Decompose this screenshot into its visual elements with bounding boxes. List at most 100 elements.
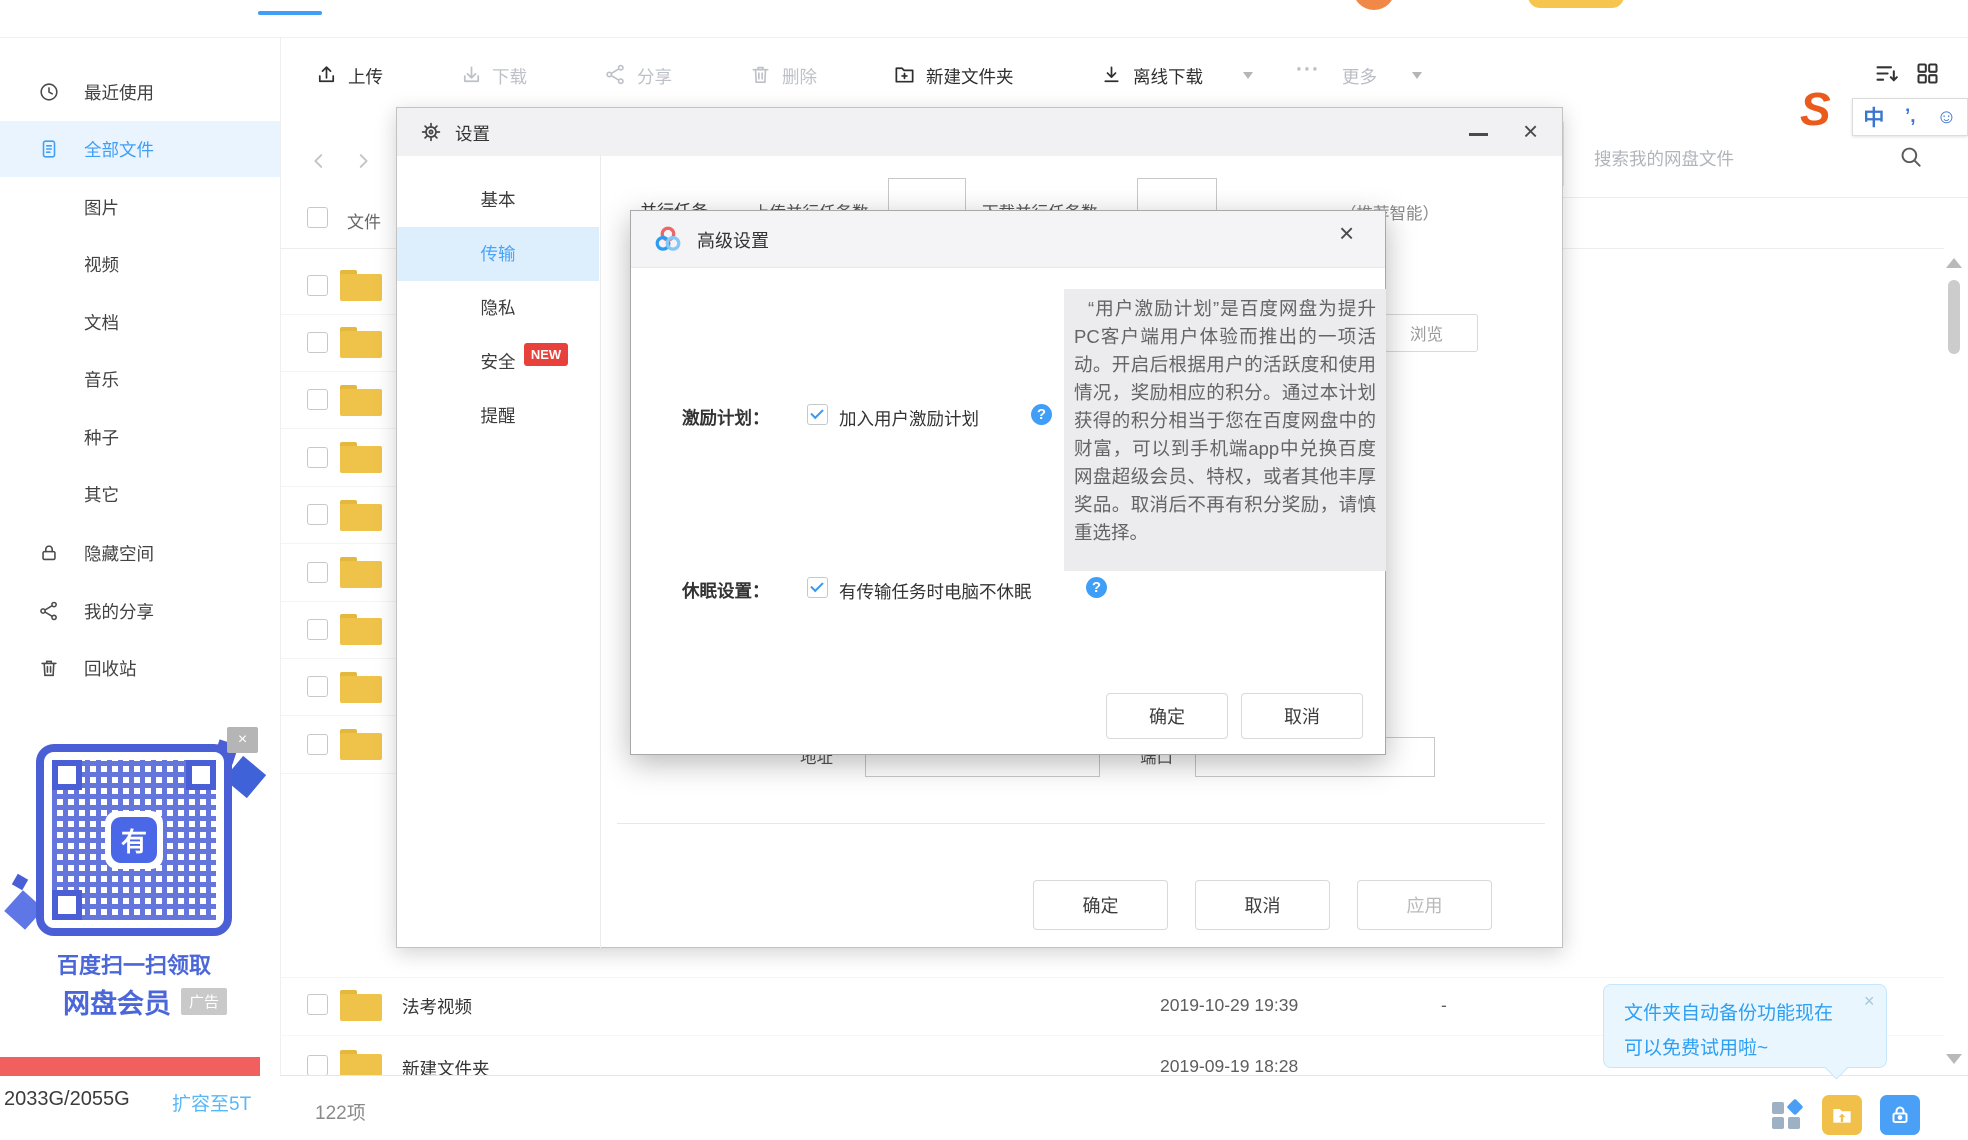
ime-bar[interactable]: 中 ’, ☺ <box>1852 98 1968 136</box>
sidebar-item-recent[interactable]: 最近使用 <box>0 64 280 120</box>
sidebar-item-videos[interactable]: 视频 <box>0 236 280 292</box>
folder-icon <box>340 990 382 1021</box>
row-checkbox[interactable] <box>307 446 328 468</box>
select-all-checkbox[interactable] <box>307 207 328 228</box>
row-checkbox[interactable] <box>307 1055 328 1076</box>
sidebar-item-docs[interactable]: 文档 <box>0 294 280 350</box>
sort-view-icon[interactable] <box>1873 60 1900 87</box>
settings-titlebar[interactable] <box>397 108 1562 156</box>
settings-apply-button[interactable]: 应用 <box>1357 880 1492 930</box>
scrollbar-thumb[interactable] <box>1948 280 1960 354</box>
modal-ok-button[interactable]: 确定 <box>1106 693 1228 739</box>
search-icon[interactable] <box>1898 144 1924 170</box>
mini-apps-icon[interactable] <box>1772 1098 1804 1130</box>
scroll-down-arrow[interactable] <box>1946 1054 1962 1064</box>
footer-divider <box>617 823 1545 824</box>
file-name[interactable]: 法考视频 <box>402 994 472 1019</box>
storage-upgrade-link[interactable]: 扩容至5T <box>172 1089 251 1116</box>
modal-cancel-button[interactable]: 取消 <box>1241 693 1363 739</box>
sidebar-item-label: 隐藏空间 <box>84 543 154 564</box>
more-button[interactable]: 更多 <box>1342 64 1377 89</box>
row-checkbox[interactable] <box>307 994 328 1015</box>
backup-tip-bubble: 文件夹自动备份功能现在 可以免费试用啦~ × <box>1603 984 1887 1068</box>
close-icon[interactable]: × <box>1339 218 1354 249</box>
incentive-checkbox-label[interactable]: 加入用户激励计划 <box>839 406 979 431</box>
grid-view-icon[interactable] <box>1914 60 1941 87</box>
download-button[interactable]: 下载 <box>492 64 527 89</box>
sidebar-item-all-files[interactable]: 全部文件 <box>0 121 280 177</box>
auto-backup-button[interactable] <box>1822 1095 1862 1135</box>
upload-button[interactable]: 上传 <box>348 64 383 89</box>
ime-emoji-icon[interactable]: ☺ <box>1936 106 1956 129</box>
tab-transfer[interactable]: 传输 <box>397 227 599 281</box>
avatar-cut <box>1353 0 1395 10</box>
tab-privacy[interactable]: 隐私 <box>397 281 599 335</box>
sleep-checkbox[interactable] <box>807 577 828 598</box>
tab-basic[interactable]: 基本 <box>397 173 599 227</box>
modal-title: 高级设置 <box>697 231 769 251</box>
sleep-checkbox-label[interactable]: 有传输任务时电脑不休眠 <box>839 579 1032 604</box>
incentive-checkbox[interactable] <box>807 404 828 425</box>
minimize-button[interactable] <box>1469 133 1488 136</box>
tab-security[interactable]: 安全 <box>397 335 599 389</box>
chevron-down-icon[interactable] <box>1243 72 1253 79</box>
qr-cube <box>11 873 29 891</box>
search-input[interactable] <box>1592 140 1886 178</box>
app-window: 最近使用 全部文件 图片 视频 文档 音乐 种子 其它 隐藏空间 我的分享 回收… <box>0 0 1968 1140</box>
sidebar-item-music[interactable]: 音乐 <box>0 351 280 407</box>
qr-logo: 有 <box>105 811 163 869</box>
share-button[interactable]: 分享 <box>637 64 672 89</box>
file-date: 2019-10-29 19:39 <box>1160 995 1299 1015</box>
folder-icon <box>340 384 382 416</box>
row-checkbox[interactable] <box>307 504 328 526</box>
sidebar-item-label: 其它 <box>84 484 119 505</box>
delete-button[interactable]: 删除 <box>782 64 817 89</box>
sidebar-item-recycle-bin[interactable]: 回收站 <box>0 640 280 696</box>
row-checkbox[interactable] <box>307 676 328 698</box>
row-checkbox[interactable] <box>307 618 328 640</box>
new-folder-button[interactable]: 新建文件夹 <box>926 64 1014 89</box>
scroll-up-arrow[interactable] <box>1946 258 1962 268</box>
sidebar-item-label: 视频 <box>84 254 119 275</box>
file-size: - <box>1441 995 1447 1015</box>
help-icon[interactable]: ? <box>1086 577 1107 598</box>
row-divider <box>281 657 396 659</box>
help-icon[interactable]: ? <box>1031 404 1052 425</box>
qr-ad-close-button[interactable]: × <box>227 727 258 753</box>
sidebar-item-pictures[interactable]: 图片 <box>0 179 280 235</box>
row-divider <box>281 715 396 717</box>
sidebar-item-label: 回收站 <box>84 658 137 679</box>
sidebar-item-other[interactable]: 其它 <box>0 466 280 522</box>
forward-icon[interactable] <box>352 150 374 172</box>
row-checkbox[interactable] <box>307 274 328 296</box>
row-checkbox[interactable] <box>307 561 328 583</box>
row-checkbox[interactable] <box>307 389 328 411</box>
status-bar <box>280 1075 1968 1140</box>
sidebar-item-torrents[interactable]: 种子 <box>0 409 280 465</box>
sidebar-item-hidden-space[interactable]: 隐藏空间 <box>0 525 280 581</box>
row-divider <box>281 600 396 602</box>
chevron-down-icon[interactable] <box>1412 72 1422 79</box>
sidebar-item-my-shares[interactable]: 我的分享 <box>0 583 280 639</box>
file-date: 2019-09-19 18:28 <box>1160 1056 1299 1076</box>
close-icon[interactable]: × <box>1864 991 1875 1012</box>
qr-code[interactable]: 有 <box>36 744 232 936</box>
ime-logo[interactable]: S <box>1800 82 1831 136</box>
ime-lang-toggle[interactable]: 中 <box>1863 102 1884 132</box>
settings-ok-button[interactable]: 确定 <box>1033 880 1168 930</box>
clock-icon <box>38 81 60 103</box>
incentive-tooltip: “用户激励计划”是百度网盘为提升PC客户端用户体验而推出的一项活动。开启后根据用… <box>1064 289 1386 571</box>
row-checkbox[interactable] <box>307 331 328 353</box>
settings-cancel-button[interactable]: 取消 <box>1195 880 1330 930</box>
file-column-header[interactable]: 文件 <box>347 208 381 233</box>
offline-download-button[interactable]: 离线下载 <box>1133 64 1203 89</box>
share-icon <box>38 600 60 622</box>
back-icon[interactable] <box>308 150 330 172</box>
hidden-space-button[interactable] <box>1880 1095 1920 1135</box>
folder-icon <box>340 614 382 646</box>
ime-punct-toggle[interactable]: ’, <box>1905 106 1916 128</box>
share-toolbar-icon <box>604 63 627 86</box>
tab-reminder[interactable]: 提醒 <box>397 389 599 443</box>
close-icon[interactable]: × <box>1523 116 1538 147</box>
row-checkbox[interactable] <box>307 733 328 755</box>
